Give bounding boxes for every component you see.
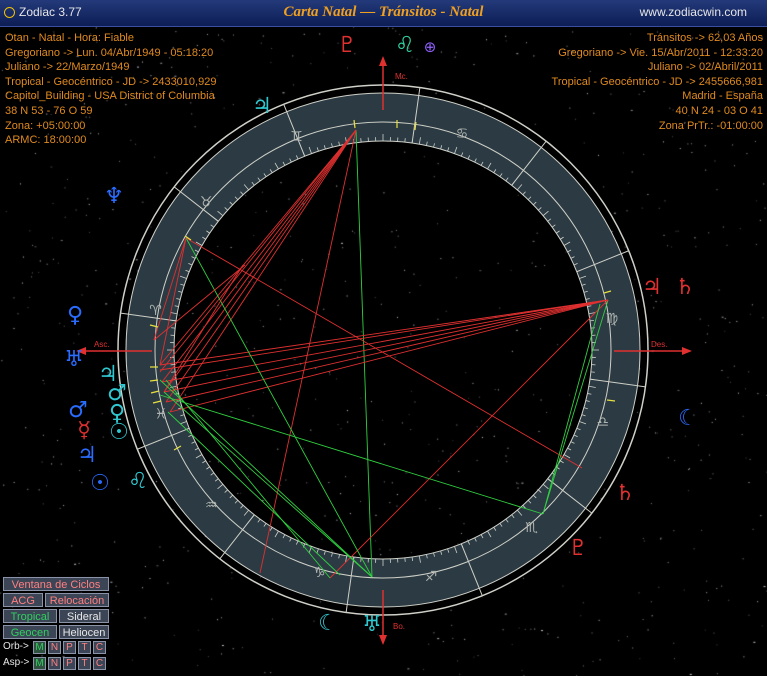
zodiac-sign-label: ♓: [155, 407, 168, 423]
natal-info-line: 38 N 53 - 76 O 59: [5, 104, 93, 117]
asc-label: Asc.: [94, 340, 110, 349]
transit-info-line: 40 N 24 - 03 O 41: [675, 104, 763, 117]
sidereal-button[interactable]: Sideral: [59, 609, 109, 623]
natal-info-line: Juliano -> 22/Marzo/1949: [5, 61, 130, 74]
natal-info-line: Tropical - Geocéntrico - JD -> 2433010,9…: [5, 75, 217, 88]
saturn-transit-icon[interactable]: ♄: [675, 275, 695, 300]
pluto-transit-2-icon[interactable]: ♇: [568, 536, 588, 561]
title-bar: Zodiac 3.77 Carta Natal — Tránsitos - Na…: [0, 0, 767, 27]
leo-inner-icon[interactable]: ♌: [128, 469, 148, 494]
degree-tick: [589, 319, 594, 322]
zodiac-sign-label: ♎: [596, 414, 609, 430]
natal-info-line: Zona: +05:00:00: [5, 119, 86, 132]
zodiac-sign-label: ♋: [456, 126, 469, 142]
jupiter-icon[interactable]: ♃: [77, 443, 97, 468]
natal-info-line: Gregoriano -> Lun. 04/Abr/1949 - 05:18:2…: [5, 46, 214, 59]
asp-toggle-c[interactable]: C: [93, 657, 106, 670]
transit-info-line: Tropical - Geocéntrico - JD -> 2455666,9…: [551, 75, 763, 88]
uranus-icon[interactable]: ♅: [64, 347, 84, 372]
jupiter-transit-icon[interactable]: ♃: [642, 275, 662, 300]
zodiac-band-inner-edge: [173, 140, 593, 560]
orb-toggle-n[interactable]: N: [48, 641, 61, 654]
natal-info-line: ARMC: 18:00:00: [5, 134, 87, 147]
degree-tick: [411, 556, 414, 561]
acg-button[interactable]: ACG: [3, 593, 43, 607]
cycles-window-button[interactable]: Ventana de Ciclos: [3, 577, 109, 591]
saturn-transit-2-icon[interactable]: ♄: [615, 481, 635, 506]
degree-tick: [172, 319, 177, 322]
transit-info-line: Zona PrTr.: -01:00:00: [658, 119, 763, 132]
transit-info-line: Madrid - España: [682, 90, 763, 103]
natal-info: Otan - Natal - Hora: Fiable Gregoriano -…: [5, 31, 216, 148]
zodiac-band: [126, 93, 640, 607]
tropical-button[interactable]: Tropical: [3, 609, 57, 623]
mercury-transit-icon[interactable]: ☿: [77, 418, 91, 443]
zodiac-sign-label: ♒: [205, 498, 218, 514]
zodiac-sign-label: ♍: [605, 311, 618, 327]
asp-toggle-m[interactable]: M: [33, 657, 46, 670]
zodiac-sign-label: ♈: [149, 303, 162, 319]
sun-icon[interactable]: ☉: [90, 471, 110, 496]
zodiac-sign-label: ♉: [200, 195, 213, 211]
degree-tick: [411, 139, 414, 144]
pluto-transit-icon[interactable]: ♇: [337, 33, 357, 58]
venus-icon[interactable]: ♀: [67, 303, 83, 328]
orb-toggle-c[interactable]: C: [93, 641, 106, 654]
neptune-icon[interactable]: ♆: [104, 184, 124, 209]
orb-label: Orb->: [3, 641, 29, 652]
transit-info-line: Juliano -> 02/Abril/2011: [647, 61, 763, 74]
mc-label: Mc.: [395, 72, 408, 81]
zodiac-sign-label: ♏: [525, 520, 538, 536]
transit-info: Tránsitos -> 62,03 Años Gregoriano -> Vi…: [552, 31, 763, 133]
des-label: Des.: [651, 340, 667, 349]
geocentric-button[interactable]: Geocen: [3, 625, 57, 639]
uranus-inner-icon[interactable]: ♅: [362, 612, 382, 637]
asp-label: Asp->: [3, 657, 30, 668]
earth-icon[interactable]: ⊕: [424, 38, 437, 56]
zodiac-window: { "titlebar": { "app_name": "Zodiac 3.77…: [0, 0, 767, 676]
zodiac-sign-label: ♑: [313, 565, 326, 581]
asp-toggle-t[interactable]: T: [78, 657, 91, 670]
transit-info-line: Gregoriano -> Vie. 15/Abr/2011 - 12:33:2…: [558, 46, 763, 59]
leo-node-icon[interactable]: ♌: [395, 33, 415, 58]
natal-info-line: Otan - Natal - Hora: Fiable: [5, 32, 134, 44]
transit-info-line: Tránsitos -> 62,03 Años: [646, 32, 763, 44]
degree-tick: [589, 378, 594, 381]
moon-icon[interactable]: ☾: [678, 406, 698, 431]
jupiter-natal-top-icon[interactable]: ♃: [252, 94, 272, 119]
moon-inner-icon[interactable]: ☾: [318, 611, 338, 636]
asp-toggle-p[interactable]: P: [63, 657, 76, 670]
asp-toggle-n[interactable]: N: [48, 657, 61, 670]
sun-inner-icon[interactable]: ☉: [109, 420, 129, 445]
zodiac-sign-label: ♊: [290, 129, 303, 145]
relocation-button[interactable]: Relocación: [45, 593, 109, 607]
orb-toggle-m[interactable]: M: [33, 641, 46, 654]
orb-toggle-p[interactable]: P: [63, 641, 76, 654]
website-link[interactable]: www.zodiacwin.com: [640, 5, 747, 19]
natal-info-line: Capitol_Building - USA District of Colum…: [5, 90, 215, 103]
zodiac-sign-label: ♐: [425, 569, 438, 585]
heliocentric-button[interactable]: Heliocen: [59, 625, 109, 639]
bo-label: Bo.: [393, 622, 405, 631]
orb-toggle-t[interactable]: T: [78, 641, 91, 654]
